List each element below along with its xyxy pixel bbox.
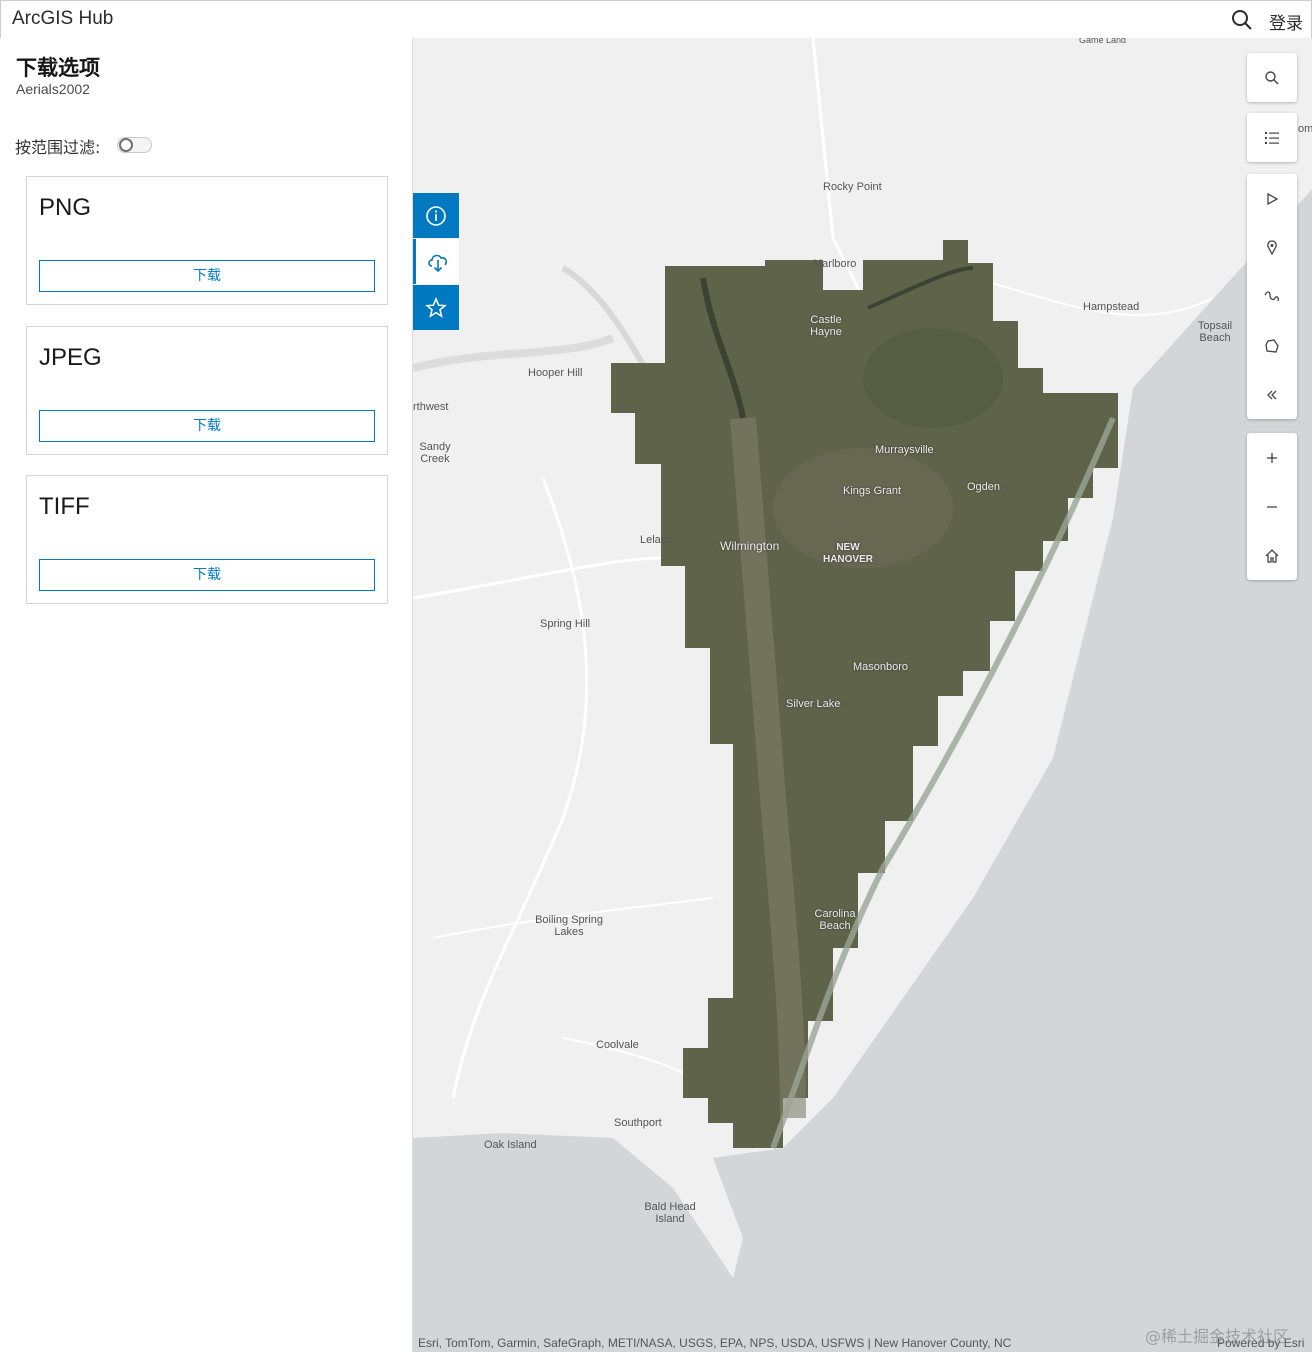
info-icon [426,205,446,226]
place-label: Leland [640,534,674,546]
polygon-icon [1265,338,1279,353]
place-label: Coolvale [596,1039,639,1051]
format-card-png: PNG 下载 [26,176,388,305]
map-search-button[interactable] [1247,53,1297,102]
extent-filter-label: 按范围过滤: [15,138,101,157]
layer-list-button[interactable] [1247,113,1297,162]
login-link[interactable]: 登录 [1269,9,1303,34]
home-button[interactable] [1247,531,1297,580]
extent-filter-toggle[interactable] [117,137,152,153]
top-bar: ArcGIS Hub 登录 [0,0,1312,38]
minus-icon [1267,505,1277,508]
select-tool[interactable] [1247,174,1297,223]
map-search-group [1247,53,1297,102]
draw-tools-group [1247,174,1297,419]
place-label: NEW HANOVER [822,542,873,565]
format-name: PNG [39,194,92,221]
map-attribution: Esri, TomTom, Garmin, SafeGraph, METI/NA… [418,1336,1012,1350]
zoom-out-button[interactable] [1247,482,1297,531]
place-label: Oak Island [484,1139,537,1151]
place-label: Boiling Spring Lakes [535,914,603,938]
download-png-button[interactable]: 下载 [39,260,375,292]
place-label: Silver Lake [786,698,841,710]
app-brand[interactable]: ArcGIS Hub [12,8,113,30]
place-label: Marlboro [813,258,857,270]
search-icon[interactable] [1231,9,1253,31]
favorite-action[interactable] [413,285,459,330]
place-label: Bald Head Island [644,1201,696,1225]
format-card-jpeg: JPEG 下载 [26,326,388,455]
cloud-download-icon [427,254,447,272]
map-view[interactable]: Game Land Rocky Point Marlboro Hampstead… [413,38,1312,1352]
download-action[interactable] [413,239,459,284]
home-icon [1265,548,1279,563]
point-tool[interactable] [1247,223,1297,272]
place-label: Carolina Beach [814,908,856,932]
format-card-tiff: TIFF 下载 [26,475,388,604]
place-label: oml [1298,123,1312,135]
watermark: @稀土掘金技术社区 [1145,1327,1290,1346]
place-label: Sandy Creek [419,441,451,465]
place-label: Southport [614,1117,662,1129]
place-label: Wilmington [720,539,780,553]
panel-title: 下载选项 [16,56,100,80]
search-icon [1265,70,1279,84]
plus-icon [1267,452,1277,463]
place-label: Spring Hill [540,618,591,630]
place-label: Masonboro [853,661,909,673]
download-tiff-button[interactable]: 下载 [39,559,375,591]
place-label: Hooper Hill [528,367,583,379]
polygon-tool[interactable] [1247,321,1297,370]
format-name: JPEG [39,344,102,371]
list-icon [1265,131,1279,144]
chevrons-left-icon [1267,390,1277,399]
collapse-tools-button[interactable] [1247,370,1297,419]
zoom-group [1247,433,1297,580]
place-label: Ogden [967,481,1001,493]
place-label: Topsail Beach [1197,320,1233,344]
place-label: Kings Grant [843,485,902,497]
toggle-knob [119,138,133,152]
dataset-name: Aerials2002 [16,81,90,97]
format-name: TIFF [39,493,90,520]
info-action[interactable] [413,193,459,238]
zoom-in-button[interactable] [1247,433,1297,482]
polyline-tool[interactable] [1247,272,1297,321]
pin-icon [1267,239,1277,255]
place-label: rthwest [413,401,449,413]
cursor-icon [1267,192,1279,205]
place-label: Hampstead [1083,301,1140,313]
layer-list-group [1247,113,1297,162]
download-options-panel: 下载选项 Aerials2002 按范围过滤: PNG 下载 JPEG 下载 T… [0,38,413,1352]
basemap [413,38,1312,1352]
download-jpeg-button[interactable]: 下载 [39,410,375,442]
item-actions-strip [413,193,459,331]
place-label: Castle Hayne [810,314,842,338]
star-icon [425,296,447,318]
place-label: Murraysville [875,444,934,456]
place-label: Game Land [1079,38,1127,45]
place-label: Rocky Point [823,181,882,193]
polyline-icon [1264,290,1279,301]
